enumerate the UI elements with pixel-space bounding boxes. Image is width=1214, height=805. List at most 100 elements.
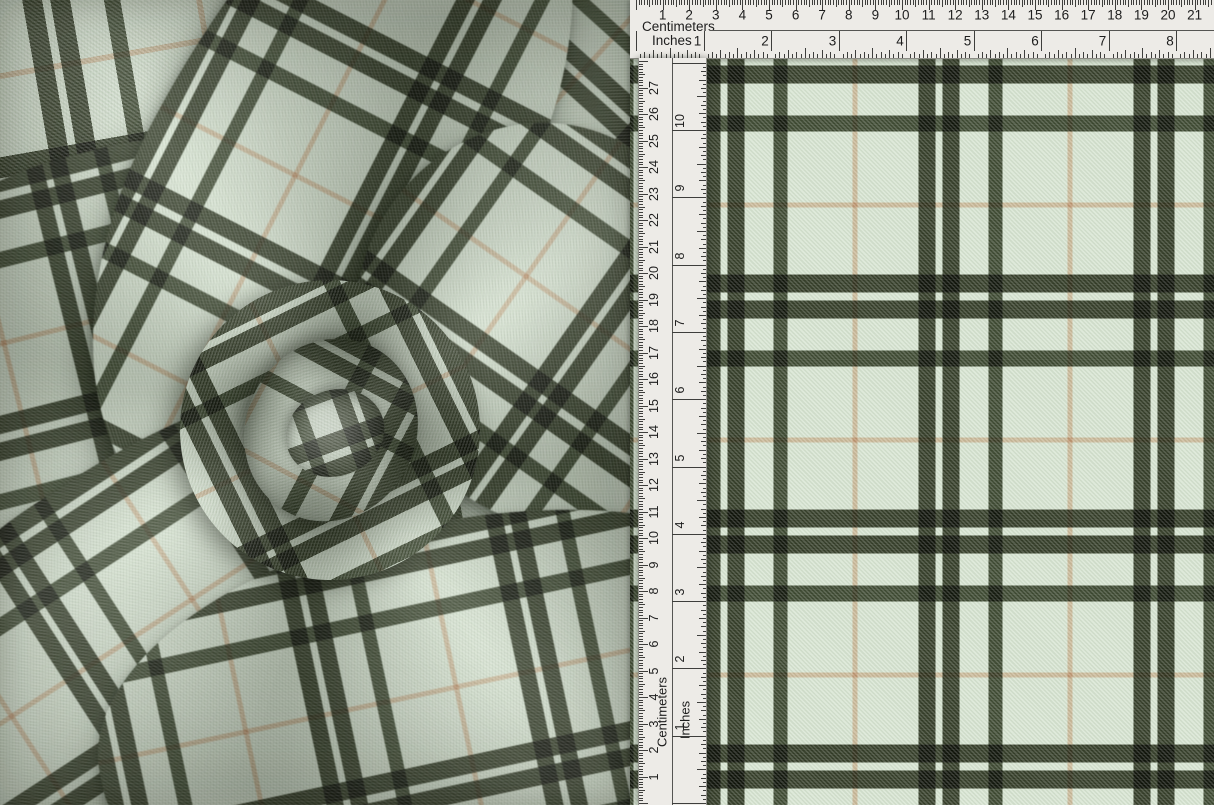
cm-tick bbox=[639, 726, 643, 727]
cm-tick bbox=[639, 607, 643, 608]
cm-tick bbox=[710, 0, 711, 5]
inch-tick bbox=[703, 252, 707, 253]
cm-tick bbox=[1120, 0, 1121, 5]
inch-tick bbox=[986, 54, 987, 58]
cm-tick bbox=[639, 686, 643, 687]
cm-tick bbox=[639, 355, 643, 356]
cm-tick bbox=[639, 82, 643, 83]
inch-tick bbox=[822, 50, 823, 58]
cm-tick bbox=[639, 456, 643, 457]
inch-tick bbox=[931, 52, 932, 58]
cm-tick bbox=[950, 0, 951, 5]
inch-tick bbox=[699, 80, 706, 81]
cm-tick bbox=[639, 602, 643, 603]
inch-tick bbox=[1201, 52, 1202, 58]
cm-tick bbox=[639, 286, 645, 287]
cm-tick bbox=[998, 0, 999, 5]
inch-tick bbox=[703, 572, 707, 573]
inch-tick bbox=[701, 172, 706, 173]
cm-tick bbox=[639, 480, 643, 481]
cm-tick bbox=[639, 490, 643, 491]
inch-tick bbox=[1028, 54, 1029, 58]
cm-tick bbox=[639, 594, 643, 595]
inch-tick bbox=[697, 164, 706, 165]
inch-tick bbox=[999, 52, 1000, 58]
vertical-ruler-centimeters-label: Centimeters bbox=[655, 677, 670, 747]
cm-tick bbox=[639, 498, 645, 499]
inch-tick bbox=[703, 92, 707, 93]
inch-tick bbox=[701, 256, 706, 257]
cm-tick bbox=[804, 0, 805, 5]
cm-tick bbox=[639, 342, 643, 343]
inch-tick bbox=[699, 483, 706, 484]
cm-tick bbox=[639, 668, 643, 669]
inch-tick bbox=[701, 778, 706, 779]
inch-tick bbox=[758, 54, 759, 58]
cm-tick bbox=[639, 625, 643, 626]
flat-fabric-panel: Centimeters Inches 123456789101112131415… bbox=[630, 0, 1214, 805]
inch-tick bbox=[754, 50, 755, 58]
cm-tick bbox=[676, 0, 677, 7]
inch-tick bbox=[1172, 54, 1173, 58]
inch-tick bbox=[703, 185, 707, 186]
inch-tick bbox=[672, 130, 706, 131]
inch-tick bbox=[699, 517, 706, 518]
cm-number: 8 bbox=[647, 588, 661, 595]
inch-tick bbox=[699, 416, 706, 417]
cm-tick bbox=[969, 0, 970, 7]
inch-tick bbox=[1130, 54, 1131, 58]
inch-tick bbox=[703, 345, 707, 346]
inch-tick bbox=[902, 54, 903, 58]
inch-tick bbox=[969, 54, 970, 58]
cm-tick bbox=[734, 0, 735, 5]
inch-tick bbox=[703, 530, 707, 531]
cm-tick bbox=[665, 0, 666, 5]
cm-tick bbox=[639, 541, 643, 542]
inch-tick bbox=[1134, 52, 1135, 58]
cm-tick bbox=[1070, 0, 1071, 5]
cm-tick bbox=[639, 578, 645, 579]
inch-tick bbox=[1193, 50, 1194, 58]
cm-number: 17 bbox=[1081, 8, 1096, 23]
cm-tick bbox=[639, 323, 643, 324]
inch-tick bbox=[1011, 54, 1012, 58]
inch-tick bbox=[699, 652, 706, 653]
inch-tick bbox=[703, 395, 707, 396]
cm-tick bbox=[639, 329, 643, 330]
inch-tick bbox=[703, 521, 707, 522]
inch-tick bbox=[701, 105, 706, 106]
cm-tick bbox=[639, 519, 643, 520]
inch-tick bbox=[703, 437, 707, 438]
inch-number: 6 bbox=[673, 387, 687, 394]
cm-tick bbox=[639, 665, 643, 666]
inch-tick bbox=[701, 206, 706, 207]
inch-tick bbox=[1003, 54, 1004, 58]
cm-tick bbox=[639, 663, 643, 664]
cm-tick bbox=[639, 705, 643, 706]
cm-tick bbox=[687, 0, 688, 5]
inch-tick bbox=[672, 534, 706, 535]
cm-tick bbox=[639, 199, 643, 200]
cm-tick bbox=[639, 249, 643, 250]
inch-tick bbox=[699, 584, 706, 585]
inch-tick bbox=[703, 488, 707, 489]
cm-tick bbox=[639, 310, 643, 311]
inch-tick bbox=[703, 387, 707, 388]
inch-tick bbox=[672, 601, 706, 602]
cm-tick bbox=[1019, 0, 1020, 5]
cm-tick bbox=[1157, 0, 1158, 5]
cm-tick bbox=[639, 292, 643, 293]
cm-tick bbox=[639, 477, 643, 478]
cm-number: 5 bbox=[765, 8, 773, 23]
inch-tick bbox=[957, 50, 958, 58]
inch-tick bbox=[1071, 54, 1072, 58]
cm-number: 19 bbox=[1134, 8, 1149, 23]
cm-tick bbox=[639, 363, 643, 364]
inch-tick bbox=[699, 180, 706, 181]
cm-tick bbox=[1075, 0, 1076, 7]
cm-tick bbox=[639, 604, 645, 605]
cm-tick bbox=[961, 0, 962, 5]
cm-tick bbox=[639, 180, 645, 181]
cm-tick bbox=[830, 0, 831, 5]
inch-tick bbox=[701, 155, 706, 156]
